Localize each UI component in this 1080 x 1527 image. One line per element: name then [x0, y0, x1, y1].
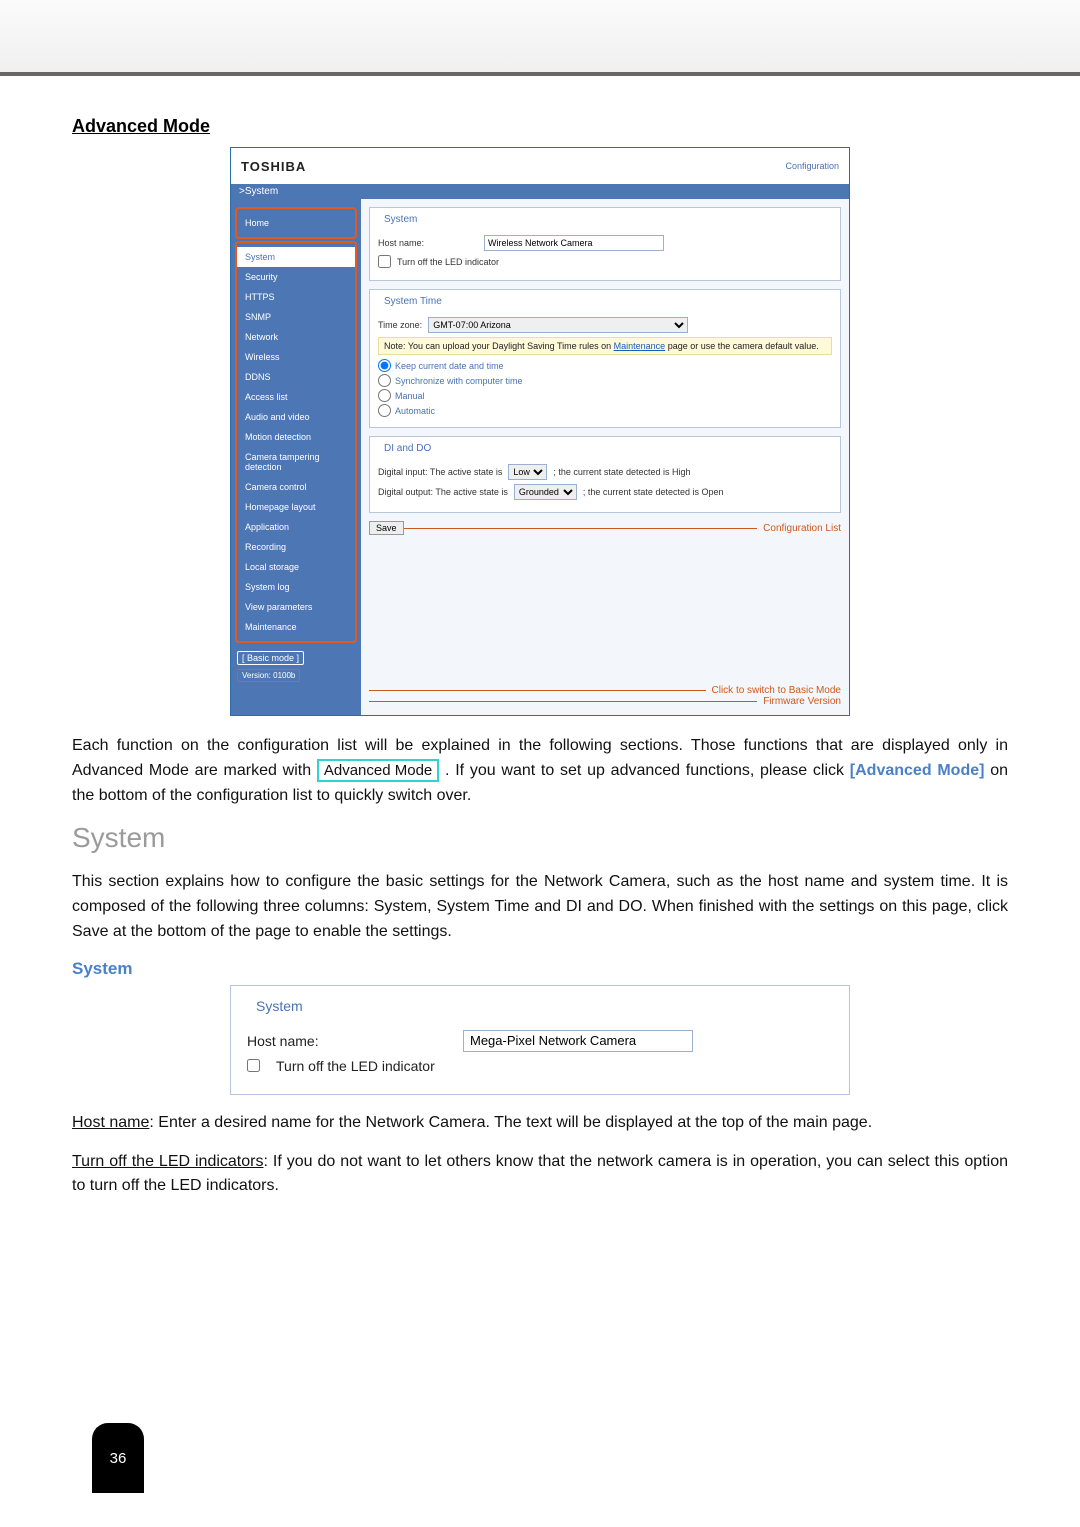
di-text-post: ; the current state detected is High [553, 467, 690, 477]
panel-hostname-input[interactable] [463, 1030, 693, 1052]
fieldset-legend-system: System [382, 214, 419, 225]
sidebar: Home System Security HTTPS SNMP Network … [231, 199, 361, 715]
sidebar-item[interactable]: Motion detection [237, 427, 355, 447]
time-sync-radio[interactable] [378, 374, 391, 387]
panel-led-checkbox[interactable] [247, 1059, 260, 1072]
sidebar-item[interactable]: Camera tampering detection [237, 447, 355, 477]
section-heading-system: System [72, 822, 1008, 854]
hostname-input[interactable] [484, 235, 664, 251]
time-keep-label: Keep current date and time [395, 361, 504, 371]
timezone-select[interactable]: GMT-07:00 Arizona [428, 317, 688, 333]
page-number: 36 [92, 1423, 144, 1493]
time-manual-radio[interactable] [378, 389, 391, 402]
sidebar-item[interactable]: Homepage layout [237, 497, 355, 517]
panel-led-label: Turn off the LED indicator [276, 1058, 435, 1074]
breadcrumb: >System [231, 184, 849, 199]
callout-firmware-version: Firmware Version [757, 696, 841, 707]
sidebar-item-system[interactable]: System [237, 247, 355, 267]
led-checkbox[interactable] [378, 255, 391, 268]
do-select[interactable]: Grounded [514, 484, 577, 500]
sidebar-item[interactable]: Access list [237, 387, 355, 407]
hostname-definition: Host name: Enter a desired name for the … [72, 1111, 1008, 1136]
sidebar-item[interactable]: Audio and video [237, 407, 355, 427]
fieldset-legend-dido: DI and DO [382, 443, 433, 454]
advanced-mode-link[interactable]: [Advanced Mode] [850, 762, 985, 779]
sidebar-item[interactable]: Local storage [237, 557, 355, 577]
sidebar-item[interactable]: DDNS [237, 367, 355, 387]
callout-switch-basic: Click to switch to Basic Mode [706, 685, 842, 696]
panel-hostname-label: Host name: [247, 1033, 447, 1049]
sidebar-item[interactable]: Security [237, 267, 355, 287]
firmware-version-label: Version: 0100b [237, 669, 300, 682]
sidebar-item[interactable]: SNMP [237, 307, 355, 327]
di-select[interactable]: Low [508, 464, 547, 480]
brand-logo: TOSHIBA [241, 159, 306, 174]
di-text-pre: Digital input: The active state is [378, 467, 502, 477]
time-keep-radio[interactable] [378, 359, 391, 372]
sidebar-item[interactable]: View parameters [237, 597, 355, 617]
sidebar-item[interactable]: Maintenance [237, 617, 355, 637]
led-definition: Turn off the LED indicators: If you do n… [72, 1150, 1008, 1200]
led-label: Turn off the LED indicator [397, 257, 499, 267]
config-screenshot: TOSHIBA Configuration >System Home Syste… [230, 147, 850, 716]
system-panel: System Host name: Turn off the LED indic… [230, 985, 850, 1095]
sidebar-item[interactable]: Application [237, 517, 355, 537]
panel-legend-system: System [253, 998, 306, 1014]
do-text-post: ; the current state detected is Open [583, 487, 724, 497]
sidebar-item[interactable]: System log [237, 577, 355, 597]
page-header-bar [0, 0, 1080, 76]
heading-advanced-mode: Advanced Mode [72, 116, 1008, 137]
time-manual-label: Manual [395, 391, 425, 401]
sidebar-item[interactable]: Wireless [237, 347, 355, 367]
time-sync-label: Synchronize with computer time [395, 376, 523, 386]
time-auto-label: Automatic [395, 406, 435, 416]
callout-config-list: Configuration List [757, 523, 841, 534]
sidebar-item-home[interactable]: Home [237, 213, 355, 233]
system-description: This section explains how to configure t… [72, 870, 1008, 944]
basic-mode-button[interactable]: [ Basic mode ] [237, 651, 304, 665]
advanced-mode-badge: Advanced Mode [317, 759, 439, 783]
sidebar-item[interactable]: Camera control [237, 477, 355, 497]
hostname-label: Host name: [378, 238, 478, 248]
dst-note: Note: You can upload your Daylight Savin… [378, 337, 832, 355]
sidebar-item[interactable]: HTTPS [237, 287, 355, 307]
timezone-label: Time zone: [378, 320, 422, 330]
subsection-heading-system: System [72, 959, 1008, 979]
sidebar-item[interactable]: Recording [237, 537, 355, 557]
sidebar-item[interactable]: Network [237, 327, 355, 347]
intro-paragraph: Each function on the configuration list … [72, 734, 1008, 808]
save-button[interactable]: Save [369, 521, 404, 535]
do-text-pre: Digital output: The active state is [378, 487, 508, 497]
fieldset-legend-systemtime: System Time [382, 296, 444, 307]
time-auto-radio[interactable] [378, 404, 391, 417]
configuration-link[interactable]: Configuration [785, 161, 839, 171]
maintenance-link[interactable]: Maintenance [614, 341, 666, 351]
